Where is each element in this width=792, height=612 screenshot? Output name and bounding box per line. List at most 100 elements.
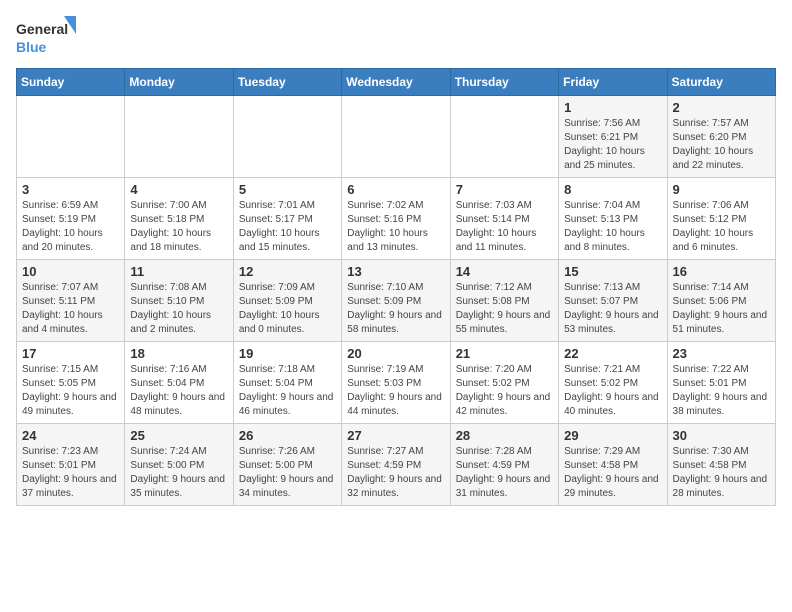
calendar-cell: 8 Sunrise: 7:04 AM Sunset: 5:13 PM Daylig… [559,178,667,260]
calendar-cell: 29 Sunrise: 7:29 AM Sunset: 4:58 PM Dayli… [559,424,667,506]
svg-text:Blue: Blue [16,39,47,55]
day-info: Sunrise: 7:13 AM Sunset: 5:07 PM Dayligh… [564,281,661,337]
day-info: Sunrise: 7:08 AM Sunset: 5:10 PM Dayligh… [130,281,227,337]
calendar-cell: 9 Sunrise: 7:06 AM Sunset: 5:12 PM Daylig… [667,178,775,260]
calendar-body: 1 Sunrise: 7:56 AM Sunset: 6:21 PM Daylig… [17,96,776,506]
day-info: Sunrise: 7:30 AM Sunset: 4:58 PM Dayligh… [673,445,770,501]
day-number: 11 [130,264,227,279]
day-info: Sunrise: 7:16 AM Sunset: 5:04 PM Dayligh… [130,363,227,419]
calendar-cell: 22 Sunrise: 7:21 AM Sunset: 5:02 PM Dayli… [559,342,667,424]
day-info: Sunrise: 7:04 AM Sunset: 5:13 PM Dayligh… [564,199,661,255]
day-info: Sunrise: 7:10 AM Sunset: 5:09 PM Dayligh… [347,281,444,337]
calendar-cell: 4Sunrise: 7:00 AM Sunset: 5:18 PM Daylig… [125,178,233,260]
calendar-cell: 3Sunrise: 6:59 AM Sunset: 5:19 PM Daylig… [17,178,125,260]
day-info: Sunrise: 7:06 AM Sunset: 5:12 PM Dayligh… [673,199,770,255]
day-number: 9 [673,182,770,197]
day-number: 14 [456,264,553,279]
calendar-week-row: 17 Sunrise: 7:15 AM Sunset: 5:05 PM Dayli… [17,342,776,424]
day-info: Sunrise: 7:29 AM Sunset: 4:58 PM Dayligh… [564,445,661,501]
day-info: Sunrise: 7:03 AM Sunset: 5:14 PM Dayligh… [456,199,553,255]
calendar-table: SundayMondayTuesdayWednesdayThursdayFrid… [16,68,776,506]
day-number: 28 [456,428,553,443]
day-info: Sunrise: 7:26 AM Sunset: 5:00 PM Dayligh… [239,445,336,501]
day-number: 1 [564,100,661,115]
day-number: 8 [564,182,661,197]
day-number: 15 [564,264,661,279]
day-info: Sunrise: 7:01 AM Sunset: 5:17 PM Dayligh… [239,199,336,255]
day-number: 19 [239,346,336,361]
calendar-cell: 5 Sunrise: 7:01 AM Sunset: 5:17 PM Daylig… [233,178,341,260]
calendar-cell: 19 Sunrise: 7:18 AM Sunset: 5:04 PM Dayli… [233,342,341,424]
day-number: 22 [564,346,661,361]
calendar-cell [125,96,233,178]
day-info: Sunrise: 7:57 AM Sunset: 6:20 PM Dayligh… [673,117,770,173]
day-info: Sunrise: 7:18 AM Sunset: 5:04 PM Dayligh… [239,363,336,419]
day-number: 20 [347,346,444,361]
calendar-week-row: 10 Sunrise: 7:07 AM Sunset: 5:11 PM Dayli… [17,260,776,342]
day-info: Sunrise: 7:27 AM Sunset: 4:59 PM Dayligh… [347,445,444,501]
calendar-cell: 6 Sunrise: 7:02 AM Sunset: 5:16 PM Daylig… [342,178,450,260]
day-info: Sunrise: 7:21 AM Sunset: 5:02 PM Dayligh… [564,363,661,419]
day-number: 10 [22,264,119,279]
calendar-cell: 2 Sunrise: 7:57 AM Sunset: 6:20 PM Daylig… [667,96,775,178]
weekday-header: Tuesday [233,69,341,96]
day-number: 7 [456,182,553,197]
calendar-cell: 7 Sunrise: 7:03 AM Sunset: 5:14 PM Daylig… [450,178,558,260]
logo-icon: General Blue [16,16,76,60]
calendar-cell: 30 Sunrise: 7:30 AM Sunset: 4:58 PM Dayli… [667,424,775,506]
day-info: Sunrise: 7:00 AM Sunset: 5:18 PM Dayligh… [130,199,227,255]
day-info: Sunrise: 7:24 AM Sunset: 5:00 PM Dayligh… [130,445,227,501]
calendar-cell: 10 Sunrise: 7:07 AM Sunset: 5:11 PM Dayli… [17,260,125,342]
calendar-cell: 12Sunrise: 7:09 AM Sunset: 5:09 PM Dayli… [233,260,341,342]
day-info: Sunrise: 6:59 AM Sunset: 5:19 PM Dayligh… [22,199,119,255]
calendar-cell [233,96,341,178]
day-number: 24 [22,428,119,443]
day-number: 6 [347,182,444,197]
day-info: Sunrise: 7:07 AM Sunset: 5:11 PM Dayligh… [22,281,119,337]
calendar-cell: 14Sunrise: 7:12 AM Sunset: 5:08 PM Dayli… [450,260,558,342]
day-number: 5 [239,182,336,197]
day-info: Sunrise: 7:02 AM Sunset: 5:16 PM Dayligh… [347,199,444,255]
calendar-cell: 24 Sunrise: 7:23 AM Sunset: 5:01 PM Dayli… [17,424,125,506]
day-info: Sunrise: 7:23 AM Sunset: 5:01 PM Dayligh… [22,445,119,501]
day-number: 25 [130,428,227,443]
day-number: 30 [673,428,770,443]
calendar-cell: 17 Sunrise: 7:15 AM Sunset: 5:05 PM Dayli… [17,342,125,424]
day-number: 23 [673,346,770,361]
calendar-cell: 26 Sunrise: 7:26 AM Sunset: 5:00 PM Dayli… [233,424,341,506]
calendar-cell: 18Sunrise: 7:16 AM Sunset: 5:04 PM Dayli… [125,342,233,424]
calendar-cell: 1 Sunrise: 7:56 AM Sunset: 6:21 PM Daylig… [559,96,667,178]
svg-text:General: General [16,21,68,37]
day-number: 12 [239,264,336,279]
calendar-cell: 27 Sunrise: 7:27 AM Sunset: 4:59 PM Dayli… [342,424,450,506]
weekday-header: Monday [125,69,233,96]
calendar-header-row: SundayMondayTuesdayWednesdayThursdayFrid… [17,69,776,96]
calendar-cell: 21Sunrise: 7:20 AM Sunset: 5:02 PM Dayli… [450,342,558,424]
day-info: Sunrise: 7:19 AM Sunset: 5:03 PM Dayligh… [347,363,444,419]
day-info: Sunrise: 7:15 AM Sunset: 5:05 PM Dayligh… [22,363,119,419]
day-number: 16 [673,264,770,279]
day-info: Sunrise: 7:56 AM Sunset: 6:21 PM Dayligh… [564,117,661,173]
day-number: 26 [239,428,336,443]
calendar-cell [342,96,450,178]
day-number: 17 [22,346,119,361]
calendar-cell: 16 Sunrise: 7:14 AM Sunset: 5:06 PM Dayli… [667,260,775,342]
day-info: Sunrise: 7:22 AM Sunset: 5:01 PM Dayligh… [673,363,770,419]
day-number: 27 [347,428,444,443]
calendar-cell: 15 Sunrise: 7:13 AM Sunset: 5:07 PM Dayli… [559,260,667,342]
day-info: Sunrise: 7:14 AM Sunset: 5:06 PM Dayligh… [673,281,770,337]
calendar-week-row: 1 Sunrise: 7:56 AM Sunset: 6:21 PM Daylig… [17,96,776,178]
calendar-week-row: 3Sunrise: 6:59 AM Sunset: 5:19 PM Daylig… [17,178,776,260]
calendar-cell [17,96,125,178]
calendar-cell [450,96,558,178]
day-info: Sunrise: 7:28 AM Sunset: 4:59 PM Dayligh… [456,445,553,501]
calendar-cell: 20 Sunrise: 7:19 AM Sunset: 5:03 PM Dayli… [342,342,450,424]
calendar-week-row: 24 Sunrise: 7:23 AM Sunset: 5:01 PM Dayli… [17,424,776,506]
weekday-header: Friday [559,69,667,96]
calendar-cell: 13Sunrise: 7:10 AM Sunset: 5:09 PM Dayli… [342,260,450,342]
day-number: 29 [564,428,661,443]
header: General Blue [16,16,776,60]
day-info: Sunrise: 7:20 AM Sunset: 5:02 PM Dayligh… [456,363,553,419]
calendar-cell: 11 Sunrise: 7:08 AM Sunset: 5:10 PM Dayli… [125,260,233,342]
day-number: 2 [673,100,770,115]
